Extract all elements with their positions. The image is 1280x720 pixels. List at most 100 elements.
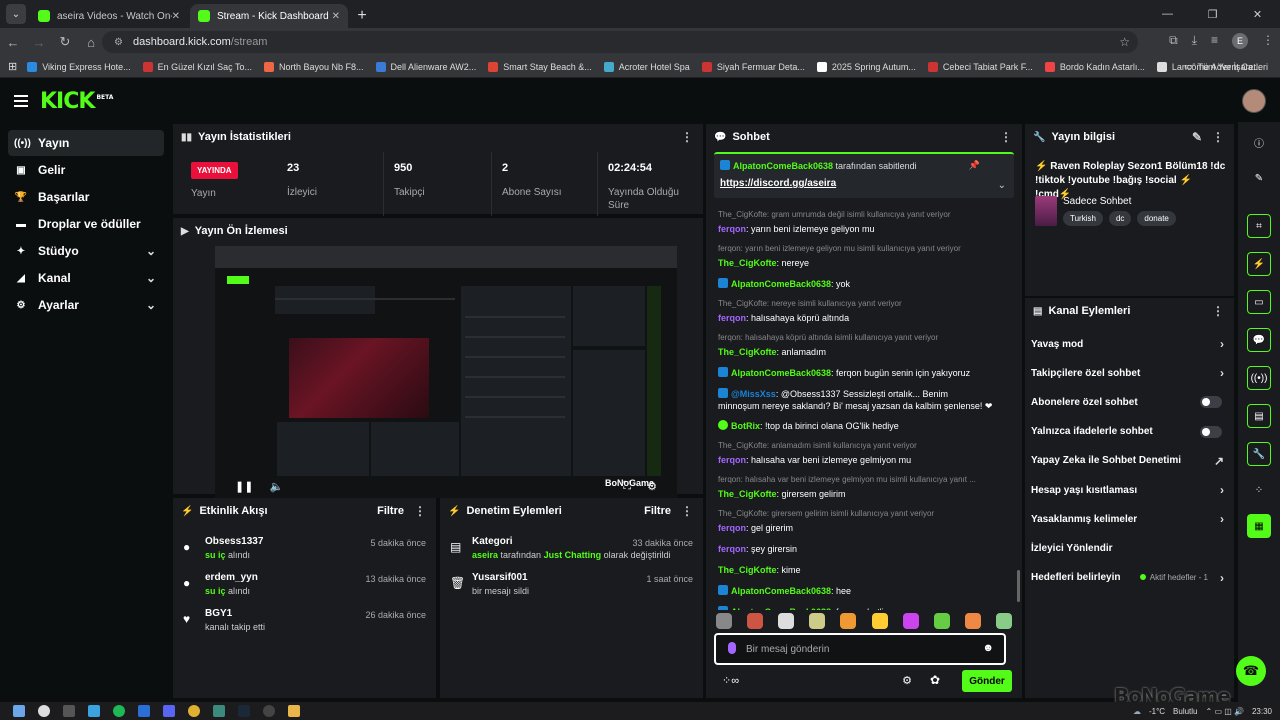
chevron-right-icon[interactable]: ›: [1220, 512, 1224, 526]
restore-icon[interactable]: ❐: [1190, 0, 1235, 28]
pin-icon[interactable]: 📌: [969, 160, 980, 171]
discord-icon[interactable]: [163, 705, 175, 717]
activity-item[interactable]: ♥ BGY1 kanalı takip etti 26 dakika önce: [183, 608, 426, 644]
moderation-item[interactable]: ▤ Kategori aseira tarafından Just Chatting…: [450, 536, 693, 572]
channel-action-item[interactable]: Yasaklanmış kelimeler ›: [1031, 507, 1224, 531]
chat-message[interactable]: ferqon: halısaha var beni izlemeye gelmi…: [718, 454, 1014, 466]
clock[interactable]: 23:30: [1252, 707, 1272, 716]
chat-message[interactable]: ferqon: halısahaya köprü altında: [718, 312, 1014, 324]
tools-icon[interactable]: 🔧: [1247, 442, 1271, 466]
emote-icon[interactable]: [840, 613, 857, 629]
filter-button[interactable]: Filtre: [644, 505, 671, 517]
file-explorer-icon[interactable]: [288, 705, 300, 717]
emote-icon[interactable]: [902, 613, 919, 629]
more-options-icon[interactable]: ⋮: [1000, 130, 1012, 144]
more-options-icon[interactable]: ⋮: [681, 504, 693, 518]
bookmark-item[interactable]: Acroter Hotel Spa: [603, 61, 690, 72]
emote-icon[interactable]: [995, 613, 1012, 629]
fullscreen-icon[interactable]: ⛶: [623, 480, 631, 493]
chevron-down-icon[interactable]: ⌄: [146, 244, 156, 258]
chat-message[interactable]: ferqon: şey girersin: [718, 543, 1014, 555]
more-options-icon[interactable]: ⋮: [681, 130, 693, 144]
minimize-icon[interactable]: —: [1145, 0, 1190, 28]
send-button[interactable]: Gönder: [962, 670, 1012, 692]
site-info-icon[interactable]: ⚙: [114, 37, 123, 48]
chat-username[interactable]: The_CigKofte: [718, 489, 777, 499]
filter-button[interactable]: Filtre: [377, 505, 404, 517]
bookmark-item[interactable]: 2025 Spring Autum...: [816, 61, 916, 72]
emote-icon[interactable]: [716, 613, 732, 629]
back-icon[interactable]: ←: [0, 35, 26, 50]
chevron-right-icon[interactable]: ›: [1220, 366, 1224, 380]
tray-icons[interactable]: ⌃ ▭ ◫ 🔊: [1206, 707, 1244, 716]
emote-icon[interactable]: [778, 613, 795, 629]
chat-username[interactable]: ferqon: [718, 224, 746, 234]
close-window-icon[interactable]: ✕: [1235, 0, 1280, 28]
broadcast-icon[interactable]: ((•)): [1247, 366, 1271, 390]
bookmark-item[interactable]: Cebeci Tabiat Park F...: [927, 61, 1033, 72]
sidebar-item-0[interactable]: ((•)) Yayın: [8, 130, 164, 156]
close-tab-icon[interactable]: ✕: [332, 11, 340, 22]
bookmark-item[interactable]: En Güzel Kızıl Saç To...: [142, 61, 252, 72]
volume-icon[interactable]: 🔈: [269, 480, 283, 493]
chat-username[interactable]: @MissXss: [731, 389, 776, 399]
chat-message[interactable]: ferqon: yarın beni izlemeye geliyon mu: [718, 223, 1014, 235]
chat-username[interactable]: BotRix: [731, 421, 760, 431]
points-icon[interactable]: ⁘∞: [722, 674, 739, 687]
chevron-down-icon[interactable]: ⌄: [146, 271, 156, 285]
stream-tag[interactable]: dc: [1108, 211, 1132, 226]
support-chat-icon[interactable]: ☎: [1236, 656, 1266, 686]
search-icon[interactable]: [38, 705, 50, 717]
bolt-icon[interactable]: ⚡: [1247, 252, 1271, 276]
stream-tag[interactable]: Turkish: [1063, 211, 1103, 226]
chat-message[interactable]: AlpatonComeBack0638: hee: [718, 585, 1014, 597]
user-avatar[interactable]: [1242, 89, 1266, 113]
chat-username[interactable]: AlpatonComeBack0638: [731, 586, 831, 596]
emote-icon[interactable]: [964, 613, 981, 629]
clip-icon[interactable]: ⌗: [1247, 214, 1271, 238]
chevron-down-icon[interactable]: ⌄: [146, 298, 156, 312]
copilot-icon[interactable]: [88, 705, 100, 717]
apps-grid-icon[interactable]: ⊞: [8, 60, 17, 73]
sidebar-item-4[interactable]: ✦ Stüdyo ⌄: [8, 238, 164, 264]
copy-icon[interactable]: ▭: [1247, 290, 1271, 314]
chat-message[interactable]: The_CigKofte: nereye: [718, 257, 1014, 269]
chevron-right-icon[interactable]: ›: [1220, 483, 1224, 497]
sidebar-item-5[interactable]: ◢ Kanal ⌄: [8, 265, 164, 291]
chat-settings-icon[interactable]: ⚙: [902, 674, 912, 687]
chat-message[interactable]: AlpatonComeBack0638: yok: [718, 278, 1014, 290]
windows-start-icon[interactable]: [13, 705, 25, 717]
chevron-down-icon[interactable]: ⌄: [998, 180, 1006, 191]
chevron-right-icon[interactable]: ›: [1220, 337, 1224, 351]
chat-messages[interactable]: The_CigKofte: gram umrumda değil isimli …: [706, 210, 1022, 610]
app-icon[interactable]: [213, 705, 225, 717]
more-options-icon[interactable]: ⋮: [1212, 304, 1224, 318]
settings-icon[interactable]: ⚙: [647, 480, 657, 493]
reload-icon[interactable]: ↻: [52, 34, 78, 50]
chat-username[interactable]: The_CigKofte: [718, 565, 777, 575]
bookmark-star-icon[interactable]: ☆: [1119, 35, 1130, 49]
sidebar-item-3[interactable]: ▬ Droplar ve ödüller: [8, 211, 164, 237]
external-link-icon[interactable]: ↗: [1214, 454, 1224, 468]
spotify-icon[interactable]: [113, 705, 125, 717]
channel-action-item[interactable]: Yalnızca ifadelerle sohbet: [1031, 420, 1224, 444]
chat-username[interactable]: ferqon: [718, 455, 746, 465]
chrome-icon[interactable]: [188, 705, 200, 717]
channel-action-item[interactable]: Yapay Zeka ile Sohbet Denetimi ↗: [1031, 449, 1224, 473]
moderation-item[interactable]: 🗑 Yusarsif001 bir mesajı sildi 1 saat önce: [450, 572, 693, 608]
mic-icon[interactable]: [728, 642, 736, 654]
chat-message[interactable]: The_CigKofte: kime: [718, 564, 1014, 576]
layers-icon[interactable]: ▤: [1247, 404, 1271, 428]
pinned-message[interactable]: AlpatonComeBack0638 tarafından sabitlend…: [714, 152, 1014, 198]
download-icon[interactable]: ⤓: [1192, 33, 1197, 49]
channel-action-item[interactable]: Takipçilere özel sohbet ›: [1031, 361, 1224, 385]
menu-icon[interactable]: [14, 95, 28, 107]
channel-action-item[interactable]: Hesap yaşı kısıtlaması ›: [1031, 478, 1224, 502]
bookmark-item[interactable]: North Bayou Nb F8...: [263, 61, 364, 72]
toggle-switch[interactable]: [1200, 425, 1222, 438]
chat-message[interactable]: The_CigKofte: anlamadım: [718, 346, 1014, 358]
activity-item[interactable]: ● erdem_yyn su iç alındı 13 dakika önce: [183, 572, 426, 608]
sidebar-item-1[interactable]: ▣ Gelir: [8, 157, 164, 183]
browser-tab-dashboard[interactable]: Stream - Kick Dashboard ✕: [190, 4, 348, 28]
chat-username[interactable]: ferqon: [718, 313, 746, 323]
